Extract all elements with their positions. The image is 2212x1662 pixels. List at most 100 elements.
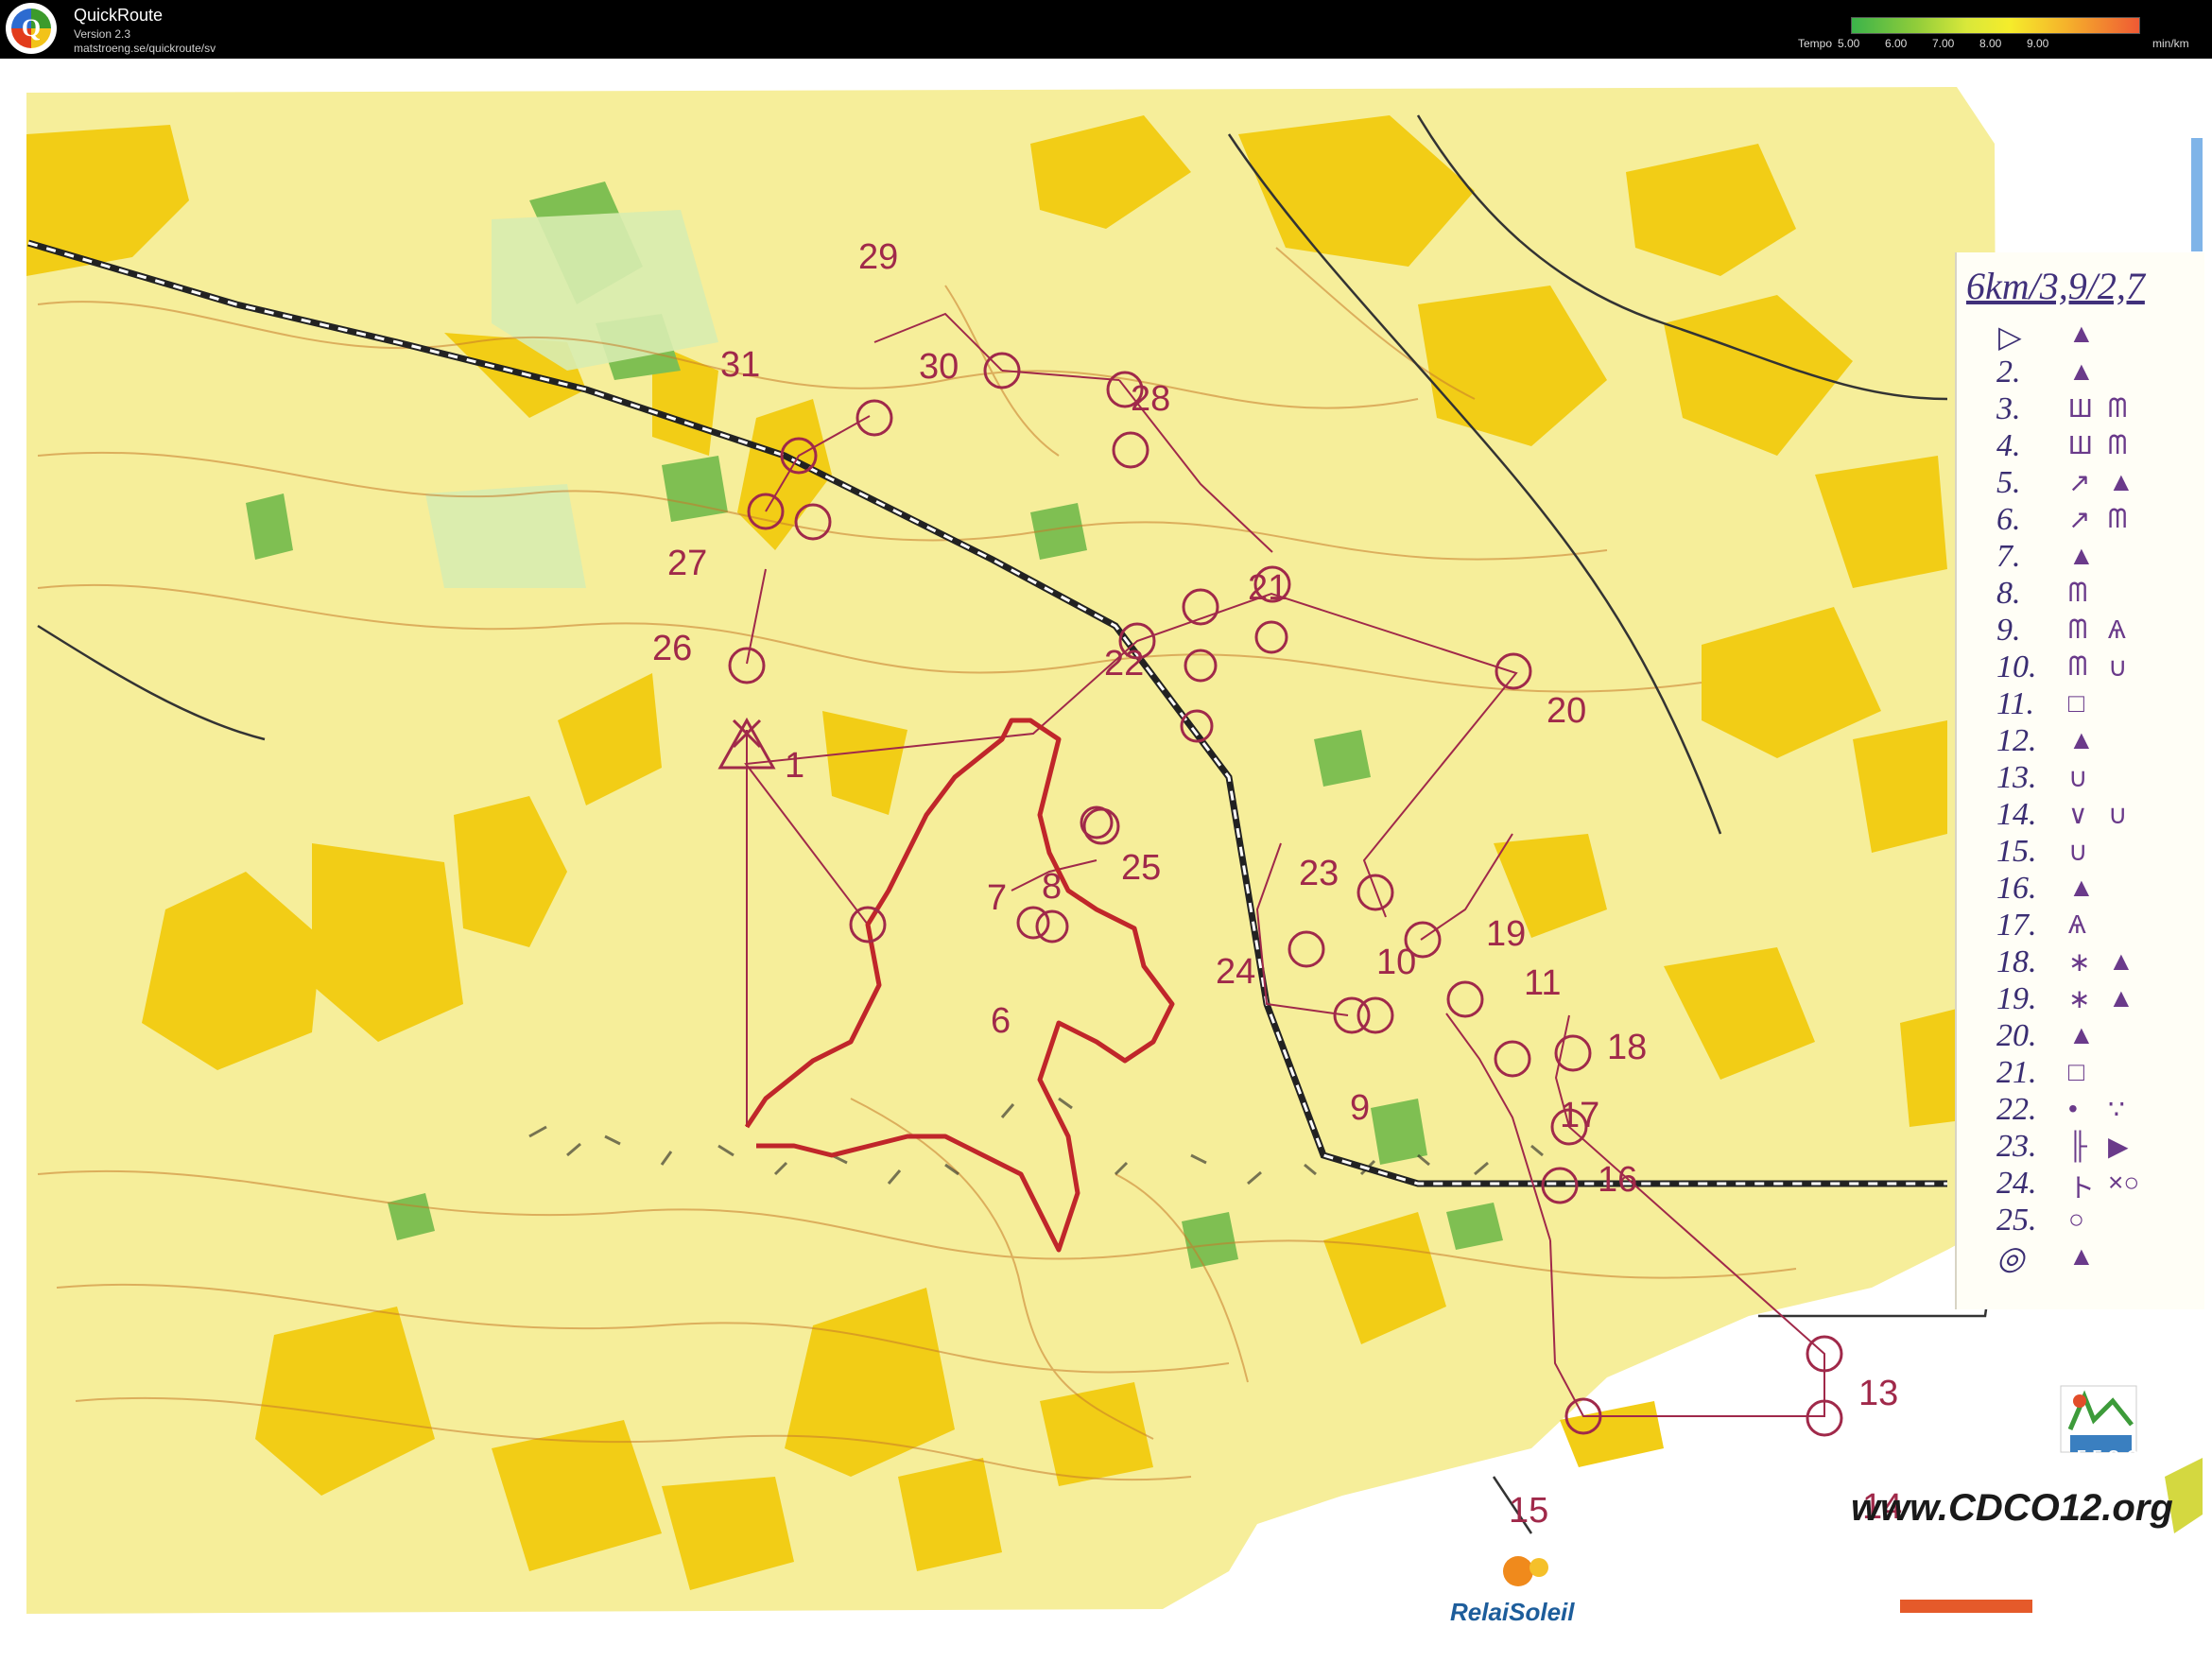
legend-row-number: 15. — [1996, 834, 2037, 869]
legend-row-symbol: ᗰ — [2068, 651, 2088, 681]
legend-row-symbol: ▲ — [2068, 1241, 2095, 1271]
legend-row-symbol: ∗ — [2068, 984, 2091, 1013]
legend-row-number: 13. — [1996, 760, 2037, 795]
legend-row-number: 20. — [1996, 1018, 2037, 1053]
legend-row: 25. ○ — [1957, 1203, 2204, 1238]
legend-start-row: ▷ ▲ — [1957, 317, 2204, 354]
legend-row: 20. ▲ — [1957, 1018, 2204, 1054]
legend-row-number: 21. — [1996, 1055, 2037, 1090]
legend-row-number: 10. — [1996, 649, 2037, 684]
legend-row: 5. ↗ ▲ — [1957, 465, 2204, 501]
legend-row-number: 5. — [1996, 465, 2021, 500]
course-info: 6km/3,9/2,7 — [1966, 265, 2145, 307]
tempo-tick: 6.00 — [1885, 37, 1908, 50]
legend-row-number: 9. — [1996, 613, 2021, 648]
legend-row: 3. Ш ᗰ — [1957, 391, 2204, 427]
legend-row-symbol-2: Ѧ — [2108, 615, 2126, 644]
legend-row-number: 4. — [1996, 428, 2021, 463]
legend-row-symbol-2: ᗰ — [2108, 393, 2128, 423]
legend-row-symbol: ト — [2068, 1173, 2096, 1203]
control-label-29: 29 — [858, 237, 898, 277]
orange-strip — [1900, 1600, 2032, 1613]
legend-row-symbol-2: ▲ — [2108, 983, 2134, 1013]
legend-row-symbol-2: ∪ — [2108, 652, 2128, 682]
legend-row-symbol: • — [2068, 1094, 2078, 1123]
control-label-23: 23 — [1299, 854, 1339, 893]
legend-row-symbol: □ — [2068, 1057, 2084, 1086]
control-label-9: 9 — [1350, 1088, 1370, 1128]
legend-row: 12. ▲ — [1957, 723, 2204, 759]
legend-row-symbol: ∪ — [2068, 763, 2088, 792]
legend-row-symbol: ▲ — [2068, 356, 2095, 386]
legend-row: 10. ᗰ ∪ — [1957, 649, 2204, 685]
legend-row-number: 23. — [1996, 1129, 2037, 1164]
quickroute-logo-letter: Q — [21, 14, 42, 42]
legend-row-number: ◎ — [1996, 1241, 2025, 1276]
tempo-tick: 5.00 — [1838, 37, 1860, 50]
tempo-tick: 8.00 — [1979, 37, 2002, 50]
legend-row-symbol-2: ᗰ — [2108, 504, 2128, 533]
sponsor-name: RelaiSoleil — [1450, 1598, 1575, 1626]
legend-row: 2. ▲ — [1957, 355, 2204, 390]
legend-row: 7. ▲ — [1957, 539, 2204, 575]
federation-name: F.F.C.O — [2077, 1448, 2141, 1464]
control-label-20: 20 — [1547, 691, 1586, 731]
control-label-28: 28 — [1131, 379, 1170, 419]
control-label-25: 25 — [1121, 848, 1161, 888]
legend-row-number: 12. — [1996, 723, 2037, 758]
tempo-unit: min/km — [2152, 37, 2189, 50]
control-label-27: 27 — [667, 544, 707, 583]
legend-row-symbol: ∪ — [2068, 837, 2088, 866]
legend-row: 16. ▲ — [1957, 871, 2204, 907]
control-label-17: 17 — [1560, 1096, 1599, 1135]
legend-row-symbol-2: ▲ — [2108, 946, 2134, 976]
legend-row-symbol-2: ▶ — [2108, 1132, 2129, 1161]
legend-row-symbol: ▲ — [2068, 725, 2095, 754]
legend-row: 23. ╟ ▶ — [1957, 1129, 2204, 1165]
legend-row: 18. ∗ ▲ — [1957, 944, 2204, 980]
legend-row-symbol-2: ∪ — [2108, 800, 2128, 829]
control-label-18: 18 — [1607, 1028, 1647, 1067]
control-label-8: 8 — [1042, 867, 1062, 907]
legend-row-number: 6. — [1996, 502, 2021, 537]
legend-row-number: 8. — [1996, 576, 2021, 611]
legend-row-symbol: ᗰ — [2068, 578, 2088, 607]
legend-row-number: 18. — [1996, 944, 2037, 979]
control-description-sheet: 6km/3,9/2,7 ▷ ▲ 2. ▲ 3. Ш ᗰ 4. Ш ᗰ 5. ↗ ▲ 6. ↗ ᗰ 7. ▲ 8.… — [1955, 252, 2204, 1309]
legend-row-number: 11. — [1996, 686, 2034, 721]
control-label-1: 1 — [785, 746, 804, 786]
blue-marker — [2191, 138, 2203, 251]
app-version: Version 2.3 — [74, 27, 131, 41]
legend-row-symbol: Ѧ — [2068, 909, 2086, 939]
legend-row-symbol-2: ▲ — [2108, 467, 2134, 496]
legend-row-symbol: ᗰ — [2068, 615, 2088, 644]
app-title: QuickRoute — [74, 6, 164, 25]
footer-url: www.CDCO12.org — [1851, 1487, 2173, 1529]
legend-row-symbol: Ш — [2068, 393, 2093, 423]
legend-row-symbol-2: ᗰ — [2108, 430, 2128, 459]
control-label-16: 16 — [1598, 1160, 1637, 1200]
legend-row-symbol: ↗ — [2068, 468, 2091, 497]
legend-row: 11. □ — [1957, 686, 2204, 722]
legend-row: 13. ∪ — [1957, 760, 2204, 796]
legend-row-number: 14. — [1996, 797, 2037, 832]
legend-row-number: 22. — [1996, 1092, 2037, 1127]
tempo-color-scale — [1851, 17, 2140, 34]
legend-row-symbol: ▲ — [2068, 541, 2095, 570]
control-label-15: 15 — [1509, 1491, 1548, 1531]
legend-row: 8. ᗰ — [1957, 576, 2204, 612]
legend-row-number: 25. — [1996, 1203, 2037, 1238]
tempo-label: Tempo — [1798, 37, 1833, 50]
orienteering-map[interactable]: 1 6 7 8 9 10 11 13 14 15 16 17 18 19 20 … — [0, 59, 2212, 1662]
legend-row: 4. Ш ᗰ — [1957, 428, 2204, 464]
legend-row: 15. ∪ — [1957, 834, 2204, 870]
control-label-22: 22 — [1104, 644, 1144, 684]
orienteering-map-viewport[interactable]: 1 6 7 8 9 10 11 13 14 15 16 17 18 19 20 … — [0, 59, 2212, 1662]
legend-row-number: 3. — [1996, 391, 2021, 426]
control-label-13: 13 — [1858, 1374, 1898, 1413]
legend-symbol: ▲ — [2068, 319, 2095, 348]
tempo-tick: 9.00 — [2027, 37, 2049, 50]
start-symbol: ▷ — [1998, 320, 2022, 354]
legend-row: 19. ∗ ▲ — [1957, 981, 2204, 1017]
control-label-6: 6 — [991, 1001, 1011, 1041]
